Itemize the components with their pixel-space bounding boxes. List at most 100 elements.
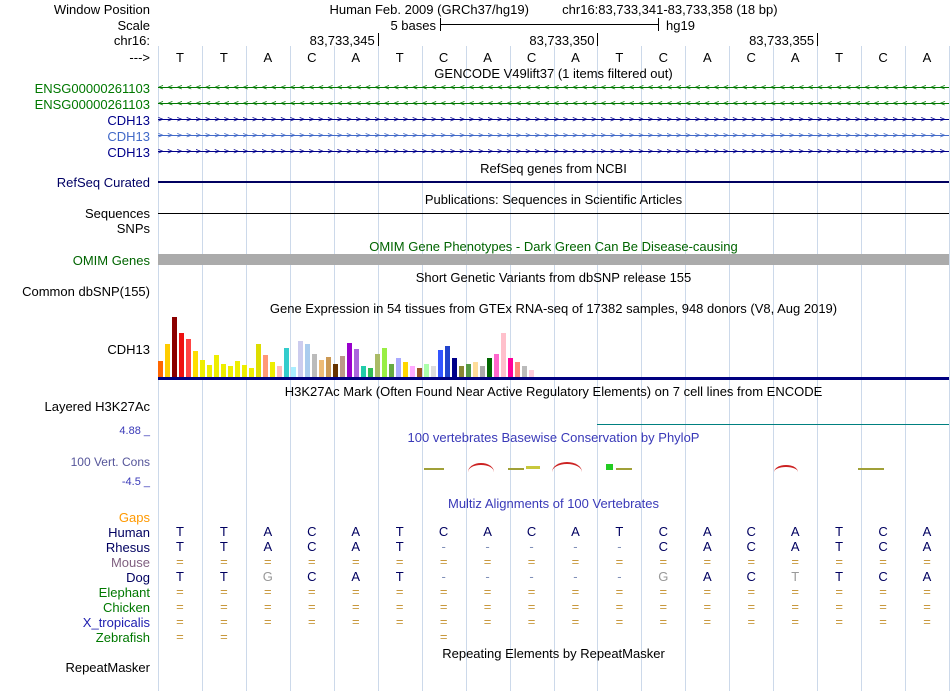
gene-track-line[interactable]: >>>>>>>>>>>>>>>>>>>>>>>>>>>>>>>>>>>>>>>>… [158, 144, 949, 160]
alignment-cell: = [923, 614, 931, 629]
gene-track-line[interactable]: <<<<<<<<<<<<<<<<<<<<<<<<<<<<<<<<<<<<<<<<… [158, 96, 949, 112]
omim-genes-bar[interactable] [158, 254, 949, 265]
conservation-mark [508, 468, 524, 470]
reference-base: A [702, 50, 712, 65]
species-label[interactable]: X_tropicalis [0, 615, 150, 630]
scale-value: 5 bases [390, 18, 436, 33]
sequences-label[interactable]: Sequences [0, 206, 150, 221]
gtex-track-title[interactable]: Gene Expression in 54 tissues from GTEx … [158, 301, 949, 316]
dbsnp-label[interactable]: Common dbSNP(155) [0, 284, 150, 299]
gtex-tissue-bar [186, 339, 191, 377]
omim-genes-label[interactable]: OMIM Genes [0, 253, 150, 268]
gaps-label[interactable]: Gaps [0, 510, 150, 525]
gene-label[interactable]: CDH13 [0, 113, 150, 128]
gtex-tissue-bar [200, 360, 205, 377]
gtex-tissue-bar [235, 361, 240, 377]
gtex-tissue-bar [158, 361, 163, 377]
alignment-cell: = [527, 584, 536, 599]
gtex-tissue-bar [221, 364, 226, 377]
gtex-tissue-bar [305, 344, 310, 377]
gtex-tissue-bar [249, 368, 254, 377]
alignment-cell: = [220, 584, 228, 599]
phylop-track-title[interactable]: 100 vertebrates Basewise Conservation by… [158, 430, 949, 445]
gtex-tissue-bar [291, 367, 296, 377]
gtex-tissue-bar [193, 351, 198, 377]
alignment-cell: = [439, 599, 448, 614]
ruler-tick-label: 83,733,355 [749, 33, 815, 48]
gtex-tissue-bar [417, 368, 422, 377]
alignment-cell: - [617, 539, 622, 554]
alignment-cell: = [176, 599, 184, 614]
sequences-line[interactable] [158, 213, 949, 214]
alignment-cell: - [485, 569, 490, 584]
alignment-cell: = [308, 584, 316, 599]
gtex-gene-label[interactable]: CDH13 [0, 342, 150, 357]
alignment-cell: A [263, 524, 273, 539]
alignment-cell: C [438, 524, 449, 539]
multiz-track-title[interactable]: Multiz Alignments of 100 Vertebrates [158, 496, 949, 511]
species-label[interactable]: Mouse [0, 555, 150, 570]
alignment-cell: = [747, 554, 756, 569]
alignment-cell: C [746, 539, 756, 554]
gtex-tissue-bar [466, 364, 471, 377]
gene-label[interactable]: CDH13 [0, 145, 150, 160]
alignment-cell: C [878, 539, 888, 554]
gene-label[interactable]: ENSG00000261103 [0, 81, 150, 96]
alignment-cell: = [923, 584, 931, 599]
gene-track-line[interactable]: <<<<<<<<<<<<<<<<<<<<<<<<<<<<<<<<<<<<<<<<… [158, 80, 949, 96]
reference-base: T [835, 50, 844, 65]
species-label[interactable]: Dog [0, 570, 150, 585]
refseq-track-title[interactable]: RefSeq genes from NCBI [158, 161, 949, 176]
alignment-cell: = [351, 599, 360, 614]
species-label[interactable]: Chicken [0, 600, 150, 615]
genome-browser-image: Window Position Human Feb. 2009 (GRCh37/… [0, 0, 950, 691]
gtex-tissue-bar [298, 341, 303, 377]
gene-label[interactable]: ENSG00000261103 [0, 97, 150, 112]
reference-base: A [483, 50, 492, 65]
alignment-cell: C [658, 524, 669, 539]
alignment-cell: T [395, 569, 404, 584]
alignment-cell: T [791, 569, 800, 584]
alignment-cell: T [615, 524, 624, 539]
repeatmasker-track-title[interactable]: Repeating Elements by RepeatMasker [158, 646, 949, 661]
species-label[interactable]: Elephant [0, 585, 150, 600]
alignment-cell: A [351, 539, 361, 554]
species-label[interactable]: Human [0, 525, 150, 540]
alignment-cell: - [617, 569, 622, 584]
dbsnp-track-title[interactable]: Short Genetic Variants from dbSNP releas… [158, 270, 949, 285]
scale-bar-line [440, 24, 659, 25]
gtex-tissue-bar [396, 358, 401, 377]
repeatmasker-label[interactable]: RepeatMasker [0, 660, 150, 675]
alignment-cell: = [483, 614, 492, 629]
gtex-baseline [158, 377, 949, 380]
species-label[interactable]: Rhesus [0, 540, 150, 555]
chrom-label: chr16: [113, 33, 150, 48]
h3k27ac-track-title[interactable]: H3K27Ac Mark (Often Found Near Active Re… [158, 384, 949, 399]
gene-label[interactable]: CDH13 [0, 129, 150, 144]
alignment-cell: = [483, 584, 492, 599]
species-label[interactable]: Zebrafish [0, 630, 150, 645]
gtex-tissue-bar [354, 349, 359, 377]
h3k27ac-label[interactable]: Layered H3K27Ac [0, 399, 150, 414]
alignment-cell: T [835, 524, 844, 539]
gencode-track-title[interactable]: GENCODE V49lift37 (1 items filtered out) [158, 66, 949, 81]
publications-track-title[interactable]: Publications: Sequences in Scientific Ar… [158, 192, 949, 207]
scale-bar [440, 18, 659, 31]
alignment-cell: = [615, 599, 624, 614]
alignment-cell: T [835, 569, 844, 584]
gene-strand-arrows: >>>>>>>>>>>>>>>>>>>>>>>>>>>>>>>>>>>>>>>>… [158, 115, 949, 125]
alignment-cell: = [264, 584, 272, 599]
alignment-cell: = [703, 599, 712, 614]
omim-track-title[interactable]: OMIM Gene Phenotypes - Dark Green Can Be… [158, 239, 949, 254]
alignment-cell: = [747, 614, 756, 629]
alignment-cell: = [791, 599, 799, 614]
refseq-curated-line[interactable] [158, 181, 949, 183]
gene-track-line[interactable]: >>>>>>>>>>>>>>>>>>>>>>>>>>>>>>>>>>>>>>>>… [158, 128, 949, 144]
gene-track-line[interactable]: >>>>>>>>>>>>>>>>>>>>>>>>>>>>>>>>>>>>>>>>… [158, 112, 949, 128]
phylop-track-label[interactable]: 100 Vert. Cons [0, 455, 150, 469]
refseq-curated-label[interactable]: RefSeq Curated [0, 175, 150, 190]
gtex-tissue-bar [382, 348, 387, 377]
gtex-tissue-bar [326, 357, 331, 377]
snps-label[interactable]: SNPs [0, 221, 150, 236]
gtex-tissue-bar [368, 368, 373, 377]
